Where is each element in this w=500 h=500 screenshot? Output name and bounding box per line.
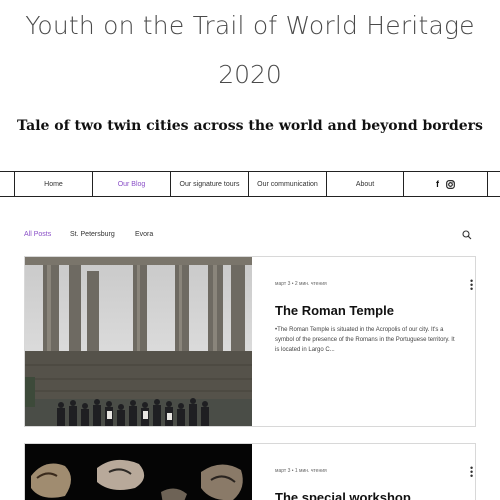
- post-title[interactable]: The special workshop: [275, 490, 411, 500]
- nav-item-label: Home: [44, 180, 63, 188]
- nav-item-label: Our Blog: [117, 180, 146, 188]
- filter-st-petersburg[interactable]: St. Petersburg: [70, 231, 115, 238]
- instagram-icon[interactable]: [446, 179, 455, 189]
- nav-item-communication[interactable]: Our communication: [248, 172, 326, 196]
- more-options-icon[interactable]: • • •: [470, 464, 474, 481]
- post-excerpt: •The Roman Temple is situated in the Acr…: [275, 327, 455, 353]
- more-options-icon[interactable]: • • •: [470, 277, 474, 294]
- post-body: март 3 • 1 мин. чтения • • • The special w…: [275, 444, 473, 500]
- post-meta: март 3 • 2 мин. чтения: [275, 281, 327, 287]
- post-meta: март 3 • 1 мин. чтения: [275, 468, 327, 474]
- filter-all-posts[interactable]: All Posts: [24, 231, 51, 238]
- nav-item-label: Our signature tours: [179, 180, 240, 188]
- roman-temple-photo: [25, 257, 252, 426]
- post-title[interactable]: The Roman Temple: [275, 303, 394, 318]
- site-year: 2020: [218, 60, 282, 89]
- post-cover-image[interactable]: [25, 257, 252, 426]
- post-card[interactable]: март 3 • 1 мин. чтения • • • The special w…: [24, 443, 476, 500]
- search-icon[interactable]: [462, 230, 472, 240]
- post-body: март 3 • 2 мин. чтения • • • The Roman Tem…: [275, 257, 473, 426]
- facebook-icon[interactable]: f: [436, 179, 439, 189]
- site-title: Youth on the Trail of World Heritage: [25, 11, 475, 40]
- nav-item-label: Our communication: [257, 180, 318, 188]
- nav-item-signature-tours[interactable]: Our signature tours: [170, 172, 248, 196]
- post-cover-image[interactable]: [25, 444, 252, 500]
- workshop-photo: [25, 444, 252, 500]
- filter-evora[interactable]: Evora: [135, 231, 153, 238]
- nav-item-our-blog[interactable]: Our Blog: [92, 172, 170, 196]
- site-tagline: Tale of two twin cities across the world…: [17, 118, 483, 134]
- nav-item-label: About: [355, 180, 375, 188]
- nav-item-about[interactable]: About: [326, 172, 403, 196]
- nav-item-home[interactable]: Home: [14, 172, 92, 196]
- social-links: f: [403, 172, 488, 196]
- post-card[interactable]: март 3 • 2 мин. чтения • • • The Roman Tem…: [24, 256, 476, 427]
- main-nav: Home Our Blog Our signature tours Our co…: [0, 171, 500, 197]
